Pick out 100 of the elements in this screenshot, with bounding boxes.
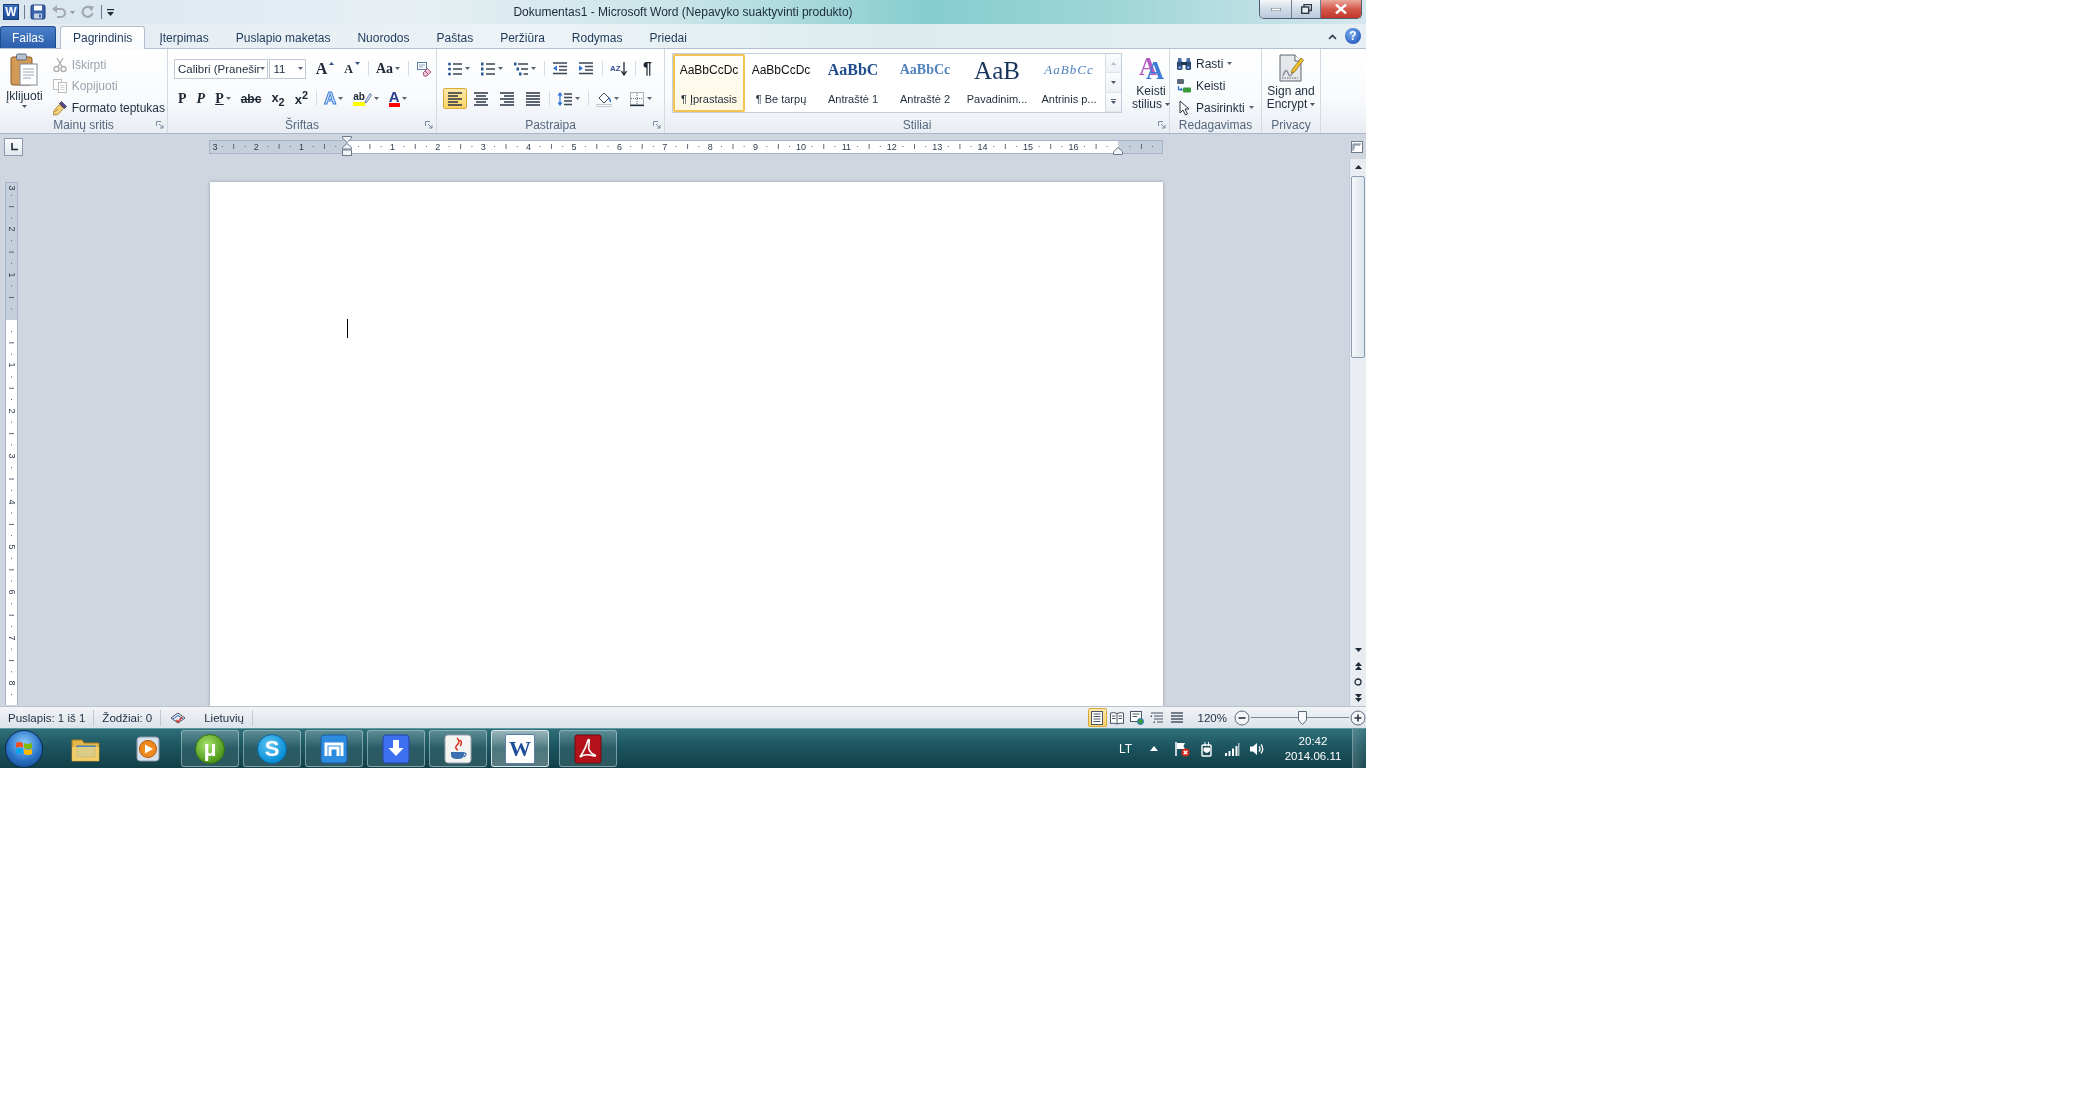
language-indicator[interactable]: Lietuvių: [196, 711, 252, 724]
style-item[interactable]: AaB Pavadinim...: [961, 54, 1033, 112]
eraser-icon: [416, 60, 432, 77]
style-item[interactable]: AaBbCc Antrinis p...: [1033, 54, 1105, 112]
web-layout-button[interactable]: [1127, 708, 1147, 727]
multilevel-list-icon: [513, 60, 529, 77]
zoom-in-icon[interactable]: [1350, 709, 1366, 726]
dialog-launcher-icon[interactable]: [1158, 120, 1166, 129]
page-icon: [1090, 710, 1105, 725]
scrollbar-thumb[interactable]: [1351, 176, 1365, 358]
sort-button[interactable]: AZ: [606, 58, 631, 79]
decrease-indent-icon: [552, 60, 568, 77]
taskbar-button[interactable]: [305, 730, 363, 767]
tab-stop-selector[interactable]: [4, 137, 23, 156]
open-book-icon: [1110, 710, 1125, 725]
flag-error-icon[interactable]: [1174, 740, 1190, 757]
caret-icon: [1165, 103, 1170, 107]
caret-up-icon[interactable]: [1150, 746, 1158, 751]
right-indent-handle[interactable]: [1113, 146, 1123, 155]
sign-and-encrypt-button[interactable]: Sign and Encrypt: [1262, 52, 1320, 116]
double-caret-down-icon: [1354, 694, 1362, 702]
dialog-launcher-icon[interactable]: [156, 120, 164, 129]
align-left-button[interactable]: [443, 88, 467, 109]
minimize-button[interactable]: [1260, 0, 1292, 18]
left-indent-handle[interactable]: [342, 135, 352, 156]
app-icon[interactable]: W: [3, 4, 19, 20]
underline-button[interactable]: P: [211, 88, 235, 109]
style-item[interactable]: AaBbC Antraštė 1: [817, 54, 889, 112]
ruler-toggle-button[interactable]: [1350, 139, 1364, 154]
zoom-slider[interactable]: [1251, 710, 1349, 725]
zoom-level[interactable]: 120%: [1187, 711, 1234, 724]
print-layout-button[interactable]: [1087, 708, 1107, 727]
style-item[interactable]: AaBbCcDc ¶ Įprastasis: [673, 54, 745, 112]
subscript-button[interactable]: x$_{2}$: [267, 88, 289, 109]
shrink-font-button[interactable]: A: [340, 58, 364, 79]
start-button[interactable]: [5, 729, 43, 768]
strikethrough-button[interactable]: abc: [236, 88, 266, 109]
swirl-tile-icon: [572, 733, 604, 764]
style-item[interactable]: AaBbCc Antraštė 2: [889, 54, 961, 112]
select-button[interactable]: Pasirinkti: [1176, 99, 1261, 116]
ribbon-tab[interactable]: Rodymas: [558, 26, 636, 48]
taskbar-button[interactable]: [559, 730, 617, 767]
clock-date[interactable]: 2014.06.11: [1284, 748, 1342, 764]
caret-icon: [373, 97, 379, 100]
replace-button[interactable]: Keisti: [1176, 77, 1261, 94]
text-cursor: [347, 319, 348, 338]
save-icon[interactable]: [30, 4, 46, 20]
ruler-number: 7: [661, 140, 669, 153]
ribbon-tab[interactable]: Priedai: [636, 26, 700, 48]
speaker-icon[interactable]: [1249, 740, 1265, 757]
proofing-book-icon[interactable]: [170, 710, 187, 725]
expand-icon: [1111, 99, 1116, 105]
bold-button[interactable]: P: [174, 88, 191, 109]
style-item[interactable]: AaBbCcDc ¶ Be tarpų: [745, 54, 817, 112]
ribbon-tab[interactable]: Puslapio maketas: [222, 26, 344, 48]
ribbon-tab[interactable]: Nuorodos: [344, 26, 423, 48]
font-size-field[interactable]: 11: [269, 58, 306, 79]
numbered-list-icon: [480, 60, 496, 77]
find-button[interactable]: Rasti: [1176, 55, 1261, 72]
copy-icon: [51, 78, 68, 95]
close-button[interactable]: [1321, 0, 1361, 18]
dialog-launcher-icon[interactable]: [425, 120, 433, 129]
dialog-launcher-icon[interactable]: [653, 120, 661, 129]
customize-menu-icon[interactable]: [107, 8, 114, 16]
format-painter-button[interactable]: Formato teptukas: [51, 99, 167, 116]
word-count[interactable]: Žodžiai: 0: [94, 711, 161, 724]
circle-icon: [1354, 678, 1362, 686]
page-count[interactable]: Puslapis: 1 iš 1: [0, 711, 94, 724]
ribbon-tab[interactable]: Peržiūra: [487, 26, 558, 48]
zoom-slider-thumb[interactable]: [1298, 710, 1308, 725]
signal-bars-icon[interactable]: [1224, 740, 1240, 757]
restore-button[interactable]: [1292, 0, 1321, 18]
taskbar-button[interactable]: [367, 730, 425, 767]
paste-button[interactable]: Įklijuoti: [3, 53, 46, 116]
font-name-field[interactable]: Calibri (Pranešir: [174, 58, 269, 79]
font-color-button[interactable]: A: [384, 88, 411, 109]
clock-time[interactable]: 20:42: [1298, 733, 1328, 749]
ribbon-tab[interactable]: Pagrindinis: [60, 26, 146, 49]
zoom-out-icon[interactable]: [1234, 709, 1250, 726]
show-desktop-button[interactable]: [1352, 729, 1366, 768]
file-tab[interactable]: Failas: [0, 26, 56, 48]
keyboard-language[interactable]: LT: [1118, 741, 1132, 756]
ruler-number: 2: [6, 407, 17, 416]
ruler-number: 6: [6, 588, 17, 597]
change-case-button[interactable]: Aa: [371, 58, 404, 79]
ribbon-tab[interactable]: Įterpimas: [146, 26, 222, 48]
taskbar-button[interactable]: [429, 730, 487, 767]
vertical-scrollbar[interactable]: [1349, 159, 1366, 706]
ribbon-tab[interactable]: Paštas: [423, 26, 487, 48]
caret-icon: [260, 67, 266, 70]
grow-font-button[interactable]: A: [311, 58, 339, 79]
superscript-button[interactable]: x$^{2}$: [290, 88, 312, 109]
change-styles-button[interactable]: A Keisti stilius: [1128, 53, 1174, 116]
double-caret-up-icon: [1354, 662, 1362, 670]
gallery-down-button[interactable]: [1106, 73, 1121, 93]
chevron-up-icon[interactable]: [1328, 34, 1337, 40]
italic-button[interactable]: P: [192, 88, 210, 109]
highlight-button[interactable]: ab: [349, 88, 383, 109]
power-plug-icon[interactable]: [1199, 740, 1215, 757]
taskbar-button[interactable]: W: [491, 730, 549, 767]
